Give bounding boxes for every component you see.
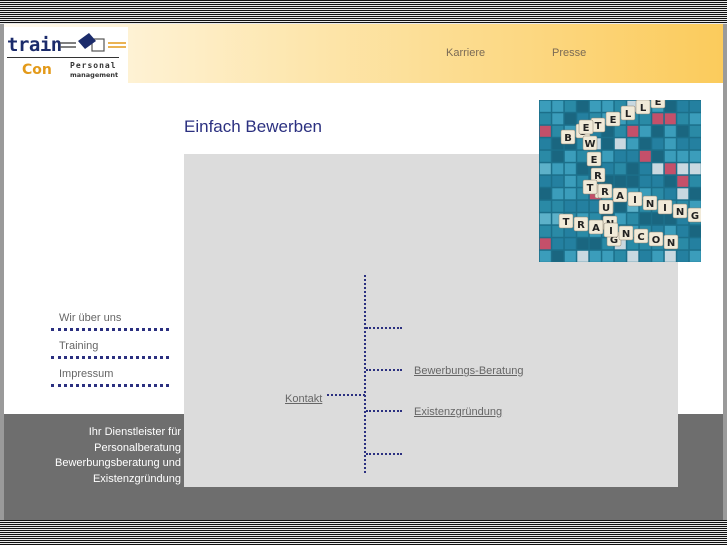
svg-text:R: R [601,187,609,198]
footer-line: Personalberatung [94,441,181,454]
svg-text:W: W [584,139,595,150]
svg-text:N: N [622,229,630,240]
existenzgruendung-link[interactable]: Existenzgründung [414,406,502,418]
svg-text:R: R [577,220,585,231]
svg-text:A: A [616,191,624,202]
tree-branch [366,369,402,371]
bewerbungs-beratung-link[interactable]: Bewerbungs-Beratung [414,365,523,377]
footer-line: Bewerbungsberatung und [55,457,181,469]
svg-text:N: N [667,238,675,249]
svg-text:T: T [563,217,570,228]
svg-text:E: E [591,155,598,166]
svg-text:I: I [633,195,637,206]
svg-text:E: E [610,115,617,126]
svg-text:T: T [595,121,602,132]
svg-text:I: I [609,226,613,237]
svg-text:N: N [676,207,684,218]
page-title: Einfach Bewerben [184,117,322,136]
svg-text:A: A [592,223,600,234]
logo-divider [7,57,119,58]
footer-line: Ihr Dienstleister für [88,426,181,438]
tree-root-connector [327,394,365,396]
logo-con-text: Con [22,62,52,78]
logo-management-text: management [70,71,119,79]
tree-branch [366,327,402,329]
svg-text:O: O [652,235,661,246]
right-border [723,24,727,520]
sidebar-divider [51,356,169,359]
logo-cube-icon [60,33,126,52]
sidebar-item-impressum[interactable]: Impressum [59,368,113,380]
svg-text:L: L [625,109,632,120]
footer-tagline: Ihr Dienstleister für Personalberatung B… [10,425,181,487]
tree-branch [366,410,402,412]
tree-branch [366,453,402,455]
svg-text:E: E [655,100,662,108]
sidebar-item-training[interactable]: Training [59,340,98,352]
svg-text:C: C [637,232,644,243]
sidebar-item-wir-ueber-uns[interactable]: Wir über uns [59,312,121,324]
svg-text:L: L [640,103,647,114]
svg-text:I: I [663,203,667,214]
logo-train-text: train [7,34,62,56]
sidebar-divider [51,328,169,331]
logo-personal-text: Personal [70,61,117,70]
nav-karriere[interactable]: Karriere [446,47,485,59]
tree-trunk [364,275,366,473]
svg-text:U: U [602,203,610,214]
top-stripe-border [0,0,727,24]
scrabble-photo: BSTELLEEWERBUNGTRAININGTRAINCON [539,100,701,262]
svg-text:N: N [646,199,654,210]
svg-text:G: G [691,211,699,222]
svg-text:E: E [583,123,590,134]
svg-text:B: B [564,133,572,144]
bottom-stripe-border [0,520,727,545]
kontakt-link[interactable]: Kontakt [285,393,322,405]
sidebar-divider [51,384,169,387]
svg-text:T: T [587,183,594,194]
nav-presse[interactable]: Presse [552,47,586,59]
footer-line: Existenzgründung [92,472,181,485]
